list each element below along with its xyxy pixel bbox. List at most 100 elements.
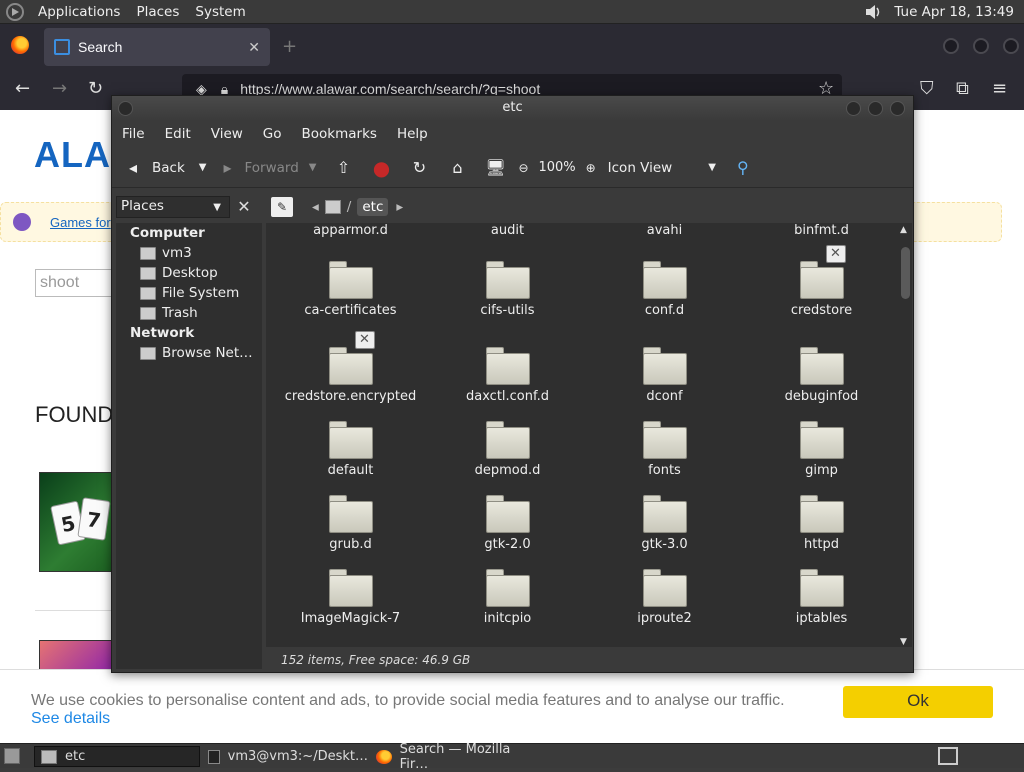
folder-item[interactable]: avahi [586, 223, 743, 238]
folder-item[interactable]: debuginfod [743, 347, 900, 404]
folder-item[interactable]: audit [429, 223, 586, 238]
close-tab-icon[interactable]: ✕ [248, 39, 260, 56]
icon-view[interactable]: apparmor.d audit avahi binfmt.d ca-certific… [266, 223, 912, 647]
search-icon[interactable]: ⚲ [732, 157, 754, 179]
menu-help[interactable]: Help [387, 126, 438, 142]
places-menu[interactable]: Places [128, 4, 187, 20]
sidebar-item-trash[interactable]: Trash [140, 305, 198, 321]
new-tab-icon[interactable]: + [282, 36, 297, 57]
menu-bookmarks[interactable]: Bookmarks [292, 126, 387, 142]
sidebar-item-browse-network[interactable]: Browse Net… [140, 345, 253, 361]
sidebar-item-desktop[interactable]: Desktop [140, 265, 218, 281]
folder-item[interactable]: ImageMagick-7 [272, 569, 429, 626]
scroll-down-icon[interactable]: ▼ [900, 637, 907, 647]
zoom-in-icon[interactable]: ⊕ [580, 157, 602, 179]
folder-item[interactable]: iptables [743, 569, 900, 626]
folder-item[interactable]: grub.d [272, 495, 429, 552]
folder-item[interactable]: apparmor.d [272, 223, 429, 238]
menu-edit[interactable]: Edit [155, 126, 201, 142]
folder-item[interactable]: depmod.d [429, 421, 586, 478]
taskbar-item-etc[interactable]: etc [34, 746, 200, 767]
folder-label: daxctl.conf.d [465, 389, 550, 404]
clock[interactable]: Tue Apr 18, 13:49 [884, 4, 1024, 20]
toolbar: ◂ Back ▼ ▸ Forward ▼ ⇧ ● ↻ ⌂ 🖥︎ ⊖ 100% ⊕… [112, 148, 913, 188]
folder-item[interactable]: gimp [743, 421, 900, 478]
back-arrow-icon[interactable]: ← [15, 78, 30, 99]
window-titlebar[interactable]: etc [112, 96, 913, 121]
window-menu-button[interactable] [118, 101, 133, 116]
sidebar-type-select[interactable]: Places ▼ [116, 196, 230, 218]
filesystem-crumb-icon[interactable] [324, 200, 341, 214]
forward-button[interactable]: ▸ Forward ▼ [216, 153, 322, 183]
folder-item[interactable]: httpd [743, 495, 900, 552]
folder-item[interactable]: cifs-utils [429, 261, 586, 318]
taskbar-item-firefox[interactable]: Search — Mozilla Fir… [370, 742, 540, 772]
forward-arrow-icon[interactable]: → [52, 78, 67, 99]
minimize-button[interactable] [846, 101, 861, 116]
sidebar-item-vm3[interactable]: vm3 [140, 245, 192, 261]
folder-item[interactable]: gtk-2.0 [429, 495, 586, 552]
taskbar-item-terminal[interactable]: vm3@vm3:~/Deskt… [202, 746, 368, 767]
up-arrow-icon[interactable]: ⇧ [332, 157, 354, 179]
browser-tab-search[interactable]: Search ✕ [44, 28, 270, 66]
back-history-caret-icon[interactable]: ▼ [199, 162, 207, 173]
pocket-icon[interactable]: ⛉ [920, 78, 934, 99]
reload-icon[interactable]: ↻ [408, 157, 430, 179]
folder-item[interactable]: binfmt.d [743, 223, 900, 238]
see-details-link[interactable]: See details [31, 710, 110, 728]
workspace-switcher-icon[interactable] [938, 747, 958, 765]
extensions-icon[interactable]: ⧉ [956, 78, 969, 99]
home-icon[interactable]: ⌂ [446, 157, 468, 179]
folder-item[interactable]: ca-certificates [272, 261, 429, 318]
view-mode-select[interactable]: Icon View ▼ [608, 153, 722, 183]
edit-location-icon[interactable]: ✎ [271, 197, 293, 217]
system-menu[interactable]: System [187, 4, 253, 20]
close-button[interactable] [890, 101, 905, 116]
system-logo-icon[interactable] [6, 2, 24, 21]
crumb-left-arrow-icon[interactable]: ◂ [312, 199, 319, 215]
zoom-out-icon[interactable]: ⊖ [512, 157, 534, 179]
back-button[interactable]: ◂ Back ▼ [122, 153, 212, 183]
minimize-button[interactable] [943, 38, 959, 54]
game-thumbnail[interactable] [39, 640, 119, 670]
maximize-button[interactable] [973, 38, 989, 54]
menu-view[interactable]: View [201, 126, 253, 142]
folder-item[interactable]: dconf [586, 347, 743, 404]
computer-icon[interactable]: 🖥︎ [484, 157, 506, 179]
folder-item[interactable]: iproute2 [586, 569, 743, 626]
menu-file[interactable]: File [112, 126, 155, 142]
folder-item[interactable]: ✕ credstore.encrypted [272, 331, 429, 404]
vertical-scrollbar[interactable]: ▲ ▼ [900, 225, 911, 647]
close-window-button[interactable] [1003, 38, 1019, 54]
game-thumbnail[interactable]: 5 7 [39, 472, 119, 572]
folder-item[interactable]: default [272, 421, 429, 478]
show-desktop-icon[interactable] [4, 748, 20, 764]
volume-icon[interactable] [864, 3, 884, 21]
scroll-thumb[interactable] [901, 247, 910, 299]
menu-go[interactable]: Go [253, 126, 292, 142]
games-link[interactable]: Games for [50, 215, 111, 230]
cookie-ok-button[interactable]: Ok [843, 686, 993, 718]
folder-item[interactable]: initcpio [429, 569, 586, 626]
folder-item[interactable]: gtk-3.0 [586, 495, 743, 552]
applications-menu[interactable]: Applications [30, 4, 128, 20]
site-logo[interactable]: ALA [34, 134, 111, 176]
stop-icon[interactable]: ● [370, 156, 392, 180]
site-search-input[interactable]: shoot [35, 269, 115, 297]
view-mode-label: Icon View [607, 159, 673, 176]
firefox-icon[interactable] [11, 36, 29, 54]
folder-item[interactable]: fonts [586, 421, 743, 478]
folder-item[interactable]: ✕ credstore [743, 245, 900, 318]
folder-item[interactable]: conf.d [586, 261, 743, 318]
forward-label: Forward [244, 159, 299, 176]
sidebar-item-file-system[interactable]: File System [140, 285, 239, 301]
maximize-button[interactable] [868, 101, 883, 116]
hamburger-menu-icon[interactable]: ≡ [992, 78, 1007, 99]
reload-icon[interactable]: ↻ [88, 78, 103, 99]
crumb-right-arrow-icon[interactable]: ▸ [396, 199, 403, 215]
close-sidebar-icon[interactable]: ✕ [234, 197, 254, 217]
scroll-up-icon[interactable]: ▲ [900, 225, 907, 235]
folder-item[interactable]: daxctl.conf.d [429, 347, 586, 404]
forward-history-caret-icon[interactable]: ▼ [309, 162, 317, 173]
crumb-current[interactable]: etc [357, 198, 389, 216]
